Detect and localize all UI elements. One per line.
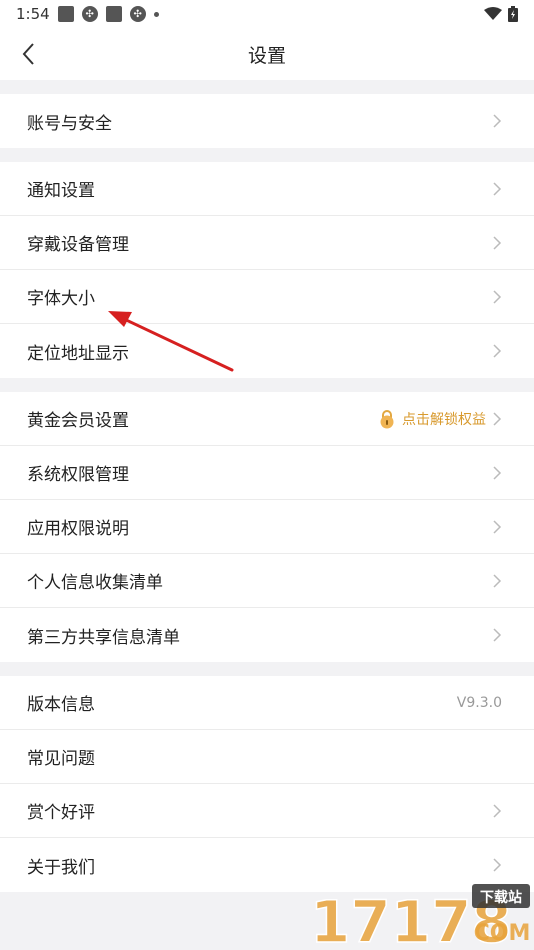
chevron-right-icon <box>493 628 502 642</box>
promo-area: 点击解锁权益 <box>378 409 502 429</box>
settings-item-label: 第三方共享信息清单 <box>27 627 180 648</box>
settings-item-notifications[interactable]: 通知设置 <box>0 162 534 216</box>
settings-item-location-display[interactable]: 定位地址显示 <box>0 324 534 378</box>
wifi-icon <box>484 7 502 20</box>
chevron-right-icon <box>493 465 502 480</box>
settings-item-label: 应用权限说明 <box>27 519 129 539</box>
settings-item-faq[interactable]: 常见问题 <box>0 730 534 784</box>
settings-group-account: 账号与安全 <box>0 94 534 148</box>
settings-item-label: 赏个好评 <box>27 803 95 823</box>
status-left: 1:54 ✣ ✣ <box>16 5 159 23</box>
lock-icon <box>380 409 394 428</box>
settings-item-label: 穿戴设备管理 <box>27 235 129 255</box>
page-title: 设置 <box>247 44 286 67</box>
settings-item-personal-info-list[interactable]: 个人信息收集清单 <box>0 554 534 608</box>
chevron-right-icon <box>493 114 502 128</box>
settings-item-wearables[interactable]: 穿戴设备管理 <box>0 216 534 270</box>
header: 设置 <box>0 28 534 80</box>
settings-group-privacy: 黄金会员设置 点击解锁权益 系统权限管理 应用权限说明 个人信息收集清单 第三方… <box>0 392 534 662</box>
status-bar: 1:54 ✣ ✣ <box>0 0 534 28</box>
version-value: V9.3.0 <box>456 694 502 711</box>
settings-item-font-size[interactable]: 字体大小 <box>0 270 534 324</box>
chevron-right-icon <box>493 411 502 426</box>
settings-item-label: 黄金会员设置 <box>27 411 129 431</box>
unlock-benefits-link[interactable]: 点击解锁权益 <box>402 409 486 429</box>
settings-item-label: 系统权限管理 <box>27 465 129 485</box>
settings-item-label: 字体大小 <box>27 289 95 309</box>
chevron-right-icon <box>493 235 502 250</box>
sync-icon: ✣ <box>129 6 146 22</box>
settings-item-label: 个人信息收集清单 <box>27 573 163 593</box>
settings-item-label: 定位地址显示 <box>27 343 129 364</box>
settings-item-label: 关于我们 <box>27 857 95 878</box>
settings-group-about: 版本信息 V9.3.0 常见问题 赏个好评 关于我们 <box>0 676 534 892</box>
settings-item-label: 通知设置 <box>27 181 95 201</box>
settings-item-gold-member[interactable]: 黄金会员设置 点击解锁权益 <box>0 392 534 446</box>
chevron-right-icon <box>493 289 502 304</box>
settings-item-third-party-sharing[interactable]: 第三方共享信息清单 <box>0 608 534 662</box>
settings-item-app-permissions[interactable]: 应用权限说明 <box>0 500 534 554</box>
chevron-right-icon <box>493 344 502 358</box>
watermark-suffix: COM <box>474 921 531 946</box>
watermark-badge: 下载站 <box>480 889 522 906</box>
site-watermark-logo: 17178 下载站 COM <box>309 884 531 950</box>
notification-icon <box>105 6 122 22</box>
sync-icon: ✣ <box>81 6 98 22</box>
settings-item-label: 账号与安全 <box>27 113 112 134</box>
chevron-right-icon <box>493 181 502 196</box>
chevron-right-icon <box>493 519 502 534</box>
status-time: 1:54 <box>16 5 50 23</box>
chevron-right-icon <box>493 573 502 588</box>
settings-item-label: 常见问题 <box>27 749 95 769</box>
settings-item-label: 版本信息 <box>27 695 95 715</box>
chevron-right-icon <box>493 858 502 872</box>
more-notifications-icon <box>153 11 159 17</box>
back-icon[interactable] <box>16 40 44 68</box>
settings-item-rate-app[interactable]: 赏个好评 <box>0 784 534 838</box>
settings-item-version[interactable]: 版本信息 V9.3.0 <box>0 676 534 730</box>
status-right <box>484 6 518 22</box>
settings-group-general: 通知设置 穿戴设备管理 字体大小 定位地址显示 <box>0 162 534 378</box>
notification-icon <box>57 6 74 22</box>
battery-icon <box>508 6 518 22</box>
settings-item-system-permissions[interactable]: 系统权限管理 <box>0 446 534 500</box>
settings-item-account-security[interactable]: 账号与安全 <box>0 94 534 148</box>
chevron-right-icon <box>493 803 502 818</box>
